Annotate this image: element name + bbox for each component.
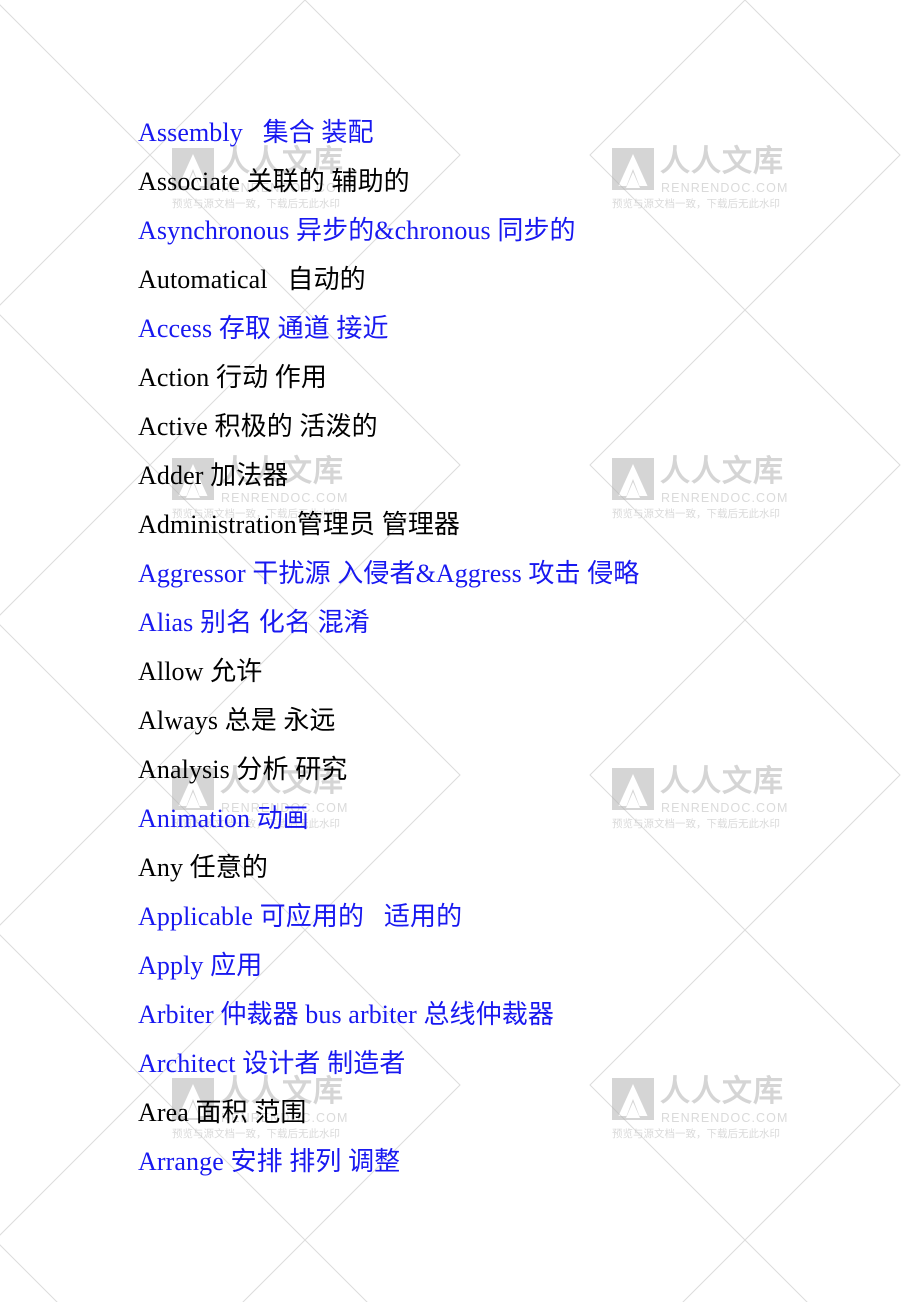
- glossary-entry: Assembly 集合 装配: [138, 118, 374, 147]
- glossary-entry: Any 任意的: [138, 853, 268, 882]
- glossary-entry: Administration管理员 管理器: [138, 510, 461, 539]
- glossary-entry: Applicable 可应用的 适用的: [138, 902, 463, 931]
- glossary-entry: Adder 加法器: [138, 461, 289, 490]
- glossary-entry: Always 总是 永远: [138, 706, 336, 735]
- glossary-entry: Access 存取 通道 接近: [138, 314, 389, 343]
- glossary-entry: Animation 动画: [138, 804, 309, 833]
- glossary-entry: Alias 别名 化名 混淆: [138, 608, 370, 637]
- glossary-entry: Associate 关联的 辅助的: [138, 167, 410, 196]
- glossary-entry: Area 面积 范围: [138, 1098, 307, 1127]
- glossary-entry: Active 积极的 活泼的: [138, 412, 378, 441]
- glossary-entry: Analysis 分析 研究: [138, 755, 348, 784]
- glossary-entry-list: Assembly 集合 装配 Associate 关联的 辅助的 Asynchron…: [138, 108, 878, 1186]
- glossary-entry: Action 行动 作用: [138, 363, 327, 392]
- glossary-entry: Asynchronous 异步的&chronous 同步的: [138, 216, 576, 245]
- glossary-entry: Arrange 安排 排列 调整: [138, 1147, 401, 1176]
- glossary-entry: Automatical 自动的: [138, 265, 366, 294]
- glossary-entry: Architect 设计者 制造者: [138, 1049, 406, 1078]
- glossary-entry: Arbiter 仲裁器 bus arbiter 总线仲裁器: [138, 1000, 554, 1029]
- glossary-entry: Allow 允许: [138, 657, 263, 686]
- glossary-entry: Apply 应用: [138, 951, 263, 980]
- glossary-entry: Aggressor 干扰源 入侵者&Aggress 攻击 侵略: [138, 559, 640, 588]
- document-page: 人人文库 RENRENDOC.COM 预览与源文档一致，下载后无此水印 人人文库 REN…: [0, 0, 920, 1302]
